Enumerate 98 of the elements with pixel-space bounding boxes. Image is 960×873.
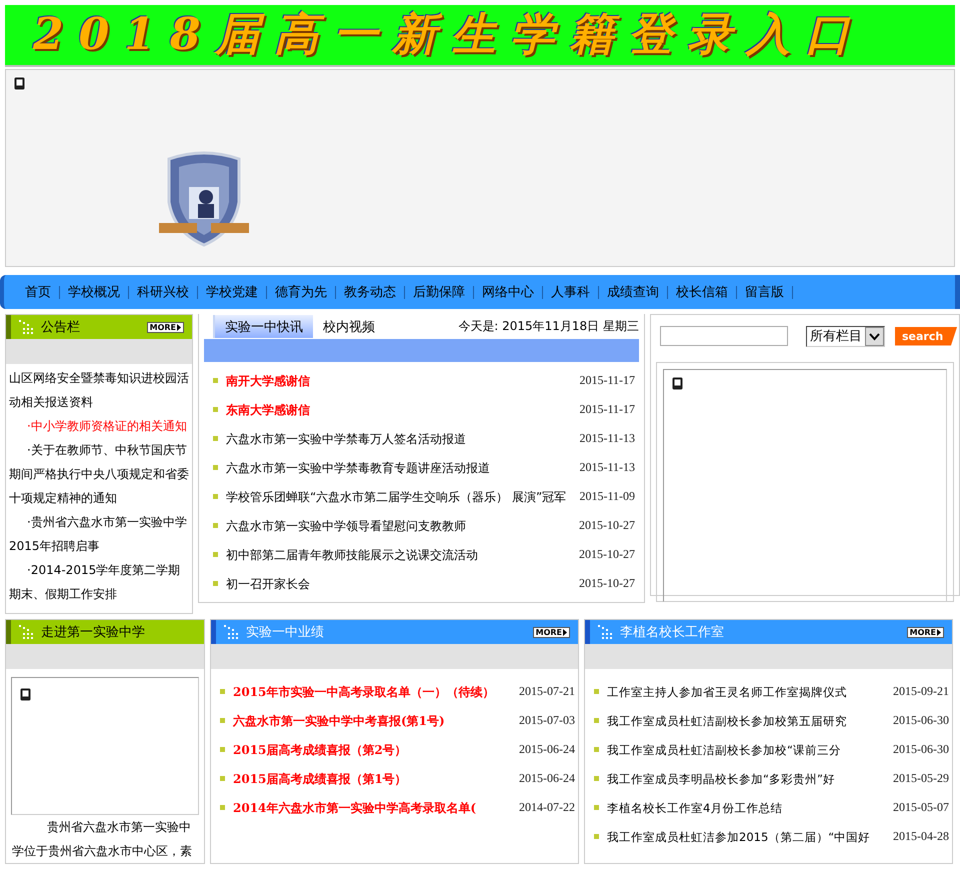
news-date: 2015-07-03: [519, 713, 575, 728]
panel-title: 公告栏: [41, 319, 81, 336]
bullet-icon: [213, 436, 218, 441]
nav-link[interactable]: 校长信箱: [668, 286, 737, 298]
news-link[interactable]: 初一召开家长会: [226, 570, 573, 596]
tab[interactable]: 实验一中快讯: [213, 315, 313, 338]
search-field[interactable]: [660, 326, 788, 346]
notice-link[interactable]: ·中小学教师资格证的相关通知: [9, 414, 189, 438]
nav-link[interactable]: 德育为先: [267, 286, 336, 298]
intro-text: 贵州省六盘水市第一实验中学位于贵州省六盘水市中心区，素: [11, 819, 193, 860]
nav-link[interactable]: 学校概况: [60, 286, 129, 298]
dots-icon: [19, 320, 33, 334]
bullet-icon: [220, 718, 225, 723]
news-date: 2015-11-13: [579, 431, 635, 446]
news-date: 2015-04-28: [893, 829, 949, 844]
bullet-icon: [213, 552, 218, 557]
bullet-icon: [594, 834, 599, 839]
news-date: 2015-11-09: [579, 489, 635, 504]
bullet-icon: [213, 465, 218, 470]
arrow-icon: [937, 628, 941, 636]
nav-link[interactable]: 人事科: [543, 286, 599, 298]
bullet-icon: [594, 689, 599, 694]
panel-title: 走进第一实验中学: [41, 624, 146, 641]
more-button[interactable]: MORE: [146, 322, 184, 332]
panel-title: 李植名校长工作室: [620, 624, 725, 641]
news-link[interactable]: 初中部第二届青年教师技能展示之说课交流活动: [226, 542, 573, 568]
arrow-icon: [563, 628, 567, 636]
nav-link[interactable]: 学校党建: [198, 286, 267, 298]
broken-image-icon: [14, 77, 25, 90]
news-link[interactable]: 我工作室成员杜虹洁副校长参加校“课前三分: [607, 736, 887, 762]
arrow-icon: [177, 324, 181, 330]
bullet-icon: [594, 805, 599, 810]
bullet-icon: [220, 805, 225, 810]
broken-image-icon: [672, 377, 683, 390]
nav-link[interactable]: 留言版: [737, 286, 793, 298]
nav-link[interactable]: 首页: [17, 286, 60, 298]
dots-icon: [19, 625, 33, 639]
bullet-icon: [594, 776, 599, 781]
nav-link[interactable]: 后勤保障: [405, 286, 474, 298]
news-link[interactable]: 我工作室成员李明晶校长参加“多彩贵州”好: [607, 766, 887, 792]
dots-icon: [224, 625, 238, 639]
category-select[interactable]: 所有栏目: [806, 326, 885, 346]
news-date: 2015-06-24: [519, 742, 575, 757]
news-link[interactable]: 2015届高考成绩喜报（第2号）: [233, 736, 513, 762]
more-button[interactable]: MORE: [906, 626, 944, 638]
news-link[interactable]: 六盘水市第一实验中学中考喜报(第1号): [233, 708, 513, 734]
nav-link[interactable]: 教务动态: [336, 286, 405, 298]
news-date: 2015-11-13: [579, 460, 635, 475]
notice-link[interactable]: ·2014-2015学年度第二学期期末、假期工作安排: [9, 558, 189, 606]
panel-title: 实验一中业绩: [246, 624, 325, 641]
nav-link[interactable]: 成绩查询: [599, 286, 668, 298]
news-link[interactable]: 2015年市实验一中高考录取名单（一）（待续）: [233, 678, 513, 704]
date-text: 今天是: 2015年11月18日 星期三: [458, 318, 639, 335]
news-date: 2015-06-24: [519, 771, 575, 786]
news-link[interactable]: 李植名校长工作室4月份工作总结: [607, 794, 887, 820]
bullet-icon: [594, 747, 599, 752]
news-date: 2015-10-27: [579, 518, 635, 533]
news-date: 2015-05-29: [893, 771, 949, 786]
news-date: 2015-06-30: [893, 713, 949, 728]
bullet-icon: [220, 689, 225, 694]
news-link[interactable]: 学校管乐团蝉联“六盘水市第二届学生交响乐（器乐） 展演”冠军: [226, 484, 574, 510]
news-date: 2015-06-30: [893, 742, 949, 757]
bullet-icon: [213, 494, 218, 499]
notice-link[interactable]: ·关于在教师节、中秋节国庆节期间严格执行中央八项规定和省委十项规定精神的通知: [9, 438, 189, 510]
news-date: 2015-11-17: [579, 402, 635, 417]
news-link[interactable]: 2014年六盘水市第一实验中学高考录取名单(: [233, 794, 513, 820]
news-link[interactable]: 东南大学感谢信: [226, 396, 574, 422]
bullet-icon: [594, 718, 599, 723]
bullet-icon: [213, 378, 218, 383]
nav-link[interactable]: 网络中心: [474, 286, 543, 298]
news-link[interactable]: 工作室主持人参加省王灵名师工作室揭牌仪式: [607, 678, 887, 704]
news-link[interactable]: 我工作室成员杜虹洁参加2015（第二届）“中国好: [607, 824, 887, 850]
news-date: 2015-05-07: [893, 800, 949, 815]
news-link[interactable]: 南开大学感谢信: [226, 368, 574, 394]
notice-link[interactable]: 山区网络安全暨禁毒知识进校园活动相关报送资料: [9, 366, 189, 414]
bullet-icon: [213, 407, 218, 412]
news-date: 2015-11-17: [579, 373, 635, 388]
news-link[interactable]: 我工作室成员杜虹洁副校长参加校第五届研究: [607, 708, 887, 734]
bullet-icon: [213, 523, 218, 528]
broken-image-icon: [20, 688, 31, 701]
news-date: 2015-10-27: [579, 547, 635, 562]
bullet-icon: [213, 581, 218, 586]
news-date: 2014-07-22: [519, 800, 575, 815]
notice-link[interactable]: ·贵州省六盘水市第一实验中学2015年招聘启事: [9, 510, 189, 558]
news-link[interactable]: 六盘水市第一实验中学禁毒万人签名活动报道: [226, 426, 574, 452]
news-link[interactable]: 六盘水市第一实验中学领导看望慰问支教教师: [226, 512, 573, 538]
dots-icon: [598, 625, 612, 639]
more-button[interactable]: MORE: [532, 626, 570, 638]
news-link[interactable]: 2015届高考成绩喜报（第1号）: [233, 766, 513, 792]
news-link[interactable]: 六盘水市第一实验中学禁毒教育专题讲座活动报道: [226, 454, 574, 480]
nav-link[interactable]: 科研兴校: [129, 286, 198, 298]
news-date: 2015-10-27: [579, 576, 635, 591]
dropdown-icon: [865, 326, 884, 346]
bullet-icon: [220, 747, 225, 752]
news-date: 2015-09-21: [893, 684, 949, 699]
tab[interactable]: 校内视频: [313, 315, 385, 338]
bullet-icon: [220, 776, 225, 781]
news-date: 2015-07-21: [519, 684, 575, 699]
